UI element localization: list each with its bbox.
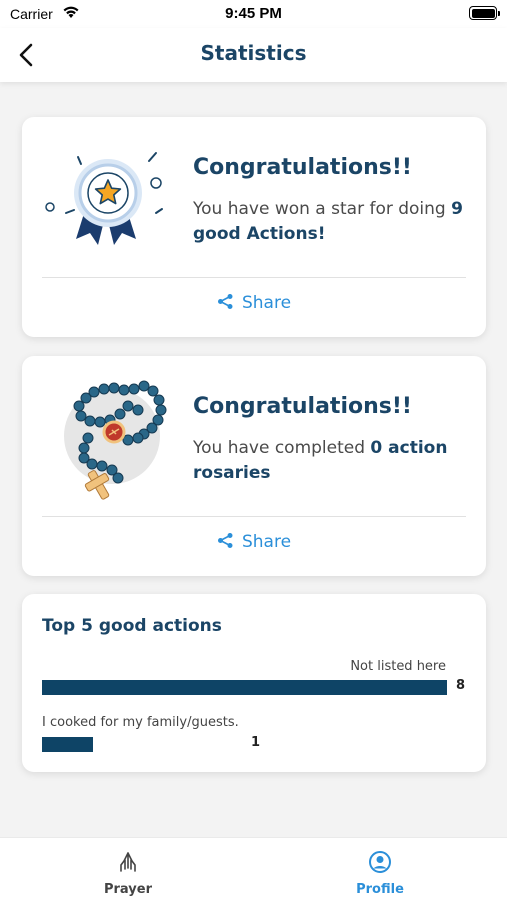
share-icon <box>217 294 233 309</box>
page-title: Statistics <box>200 41 307 65</box>
share-button[interactable]: Share <box>22 293 486 313</box>
star-achievement-card: Congratulations!! You have won a star fo… <box>22 117 486 337</box>
tab-profile[interactable]: Profile <box>330 850 430 897</box>
prayer-hands-icon <box>120 852 136 872</box>
tab-bar: Prayer Profile <box>0 837 507 900</box>
share-button[interactable]: Share <box>22 532 486 552</box>
star-card-title: Congratulations!! <box>193 155 412 180</box>
action-bar <box>42 737 93 752</box>
action-count: 1 <box>251 735 261 750</box>
top-actions-title: Top 5 good actions <box>42 616 222 636</box>
battery-icon <box>469 6 500 20</box>
tab-label: Prayer <box>103 882 152 897</box>
action-label: I cooked for my family/guests. <box>42 715 239 730</box>
status-bar: Carrier 9:45 PM <box>0 0 507 28</box>
action-label: Not listed here <box>350 659 446 674</box>
top-actions-card: Top 5 good actions Not listed here 8 I c… <box>22 594 486 772</box>
action-bar <box>42 680 447 695</box>
tab-label: Profile <box>356 882 404 897</box>
divider <box>42 277 466 278</box>
rosary-card-message: You have completed 0 action rosaries <box>193 438 448 483</box>
medal-icon <box>44 147 164 257</box>
profile-icon <box>369 851 391 873</box>
star-card-message: You have won a star for doing 9 good Act… <box>193 199 463 244</box>
share-label: Share <box>241 293 292 313</box>
rosary-achievement-card: Congratulations!! You have completed 0 a… <box>22 356 486 576</box>
tab-prayer[interactable]: Prayer <box>78 850 178 897</box>
action-count: 8 <box>456 678 466 693</box>
share-icon <box>217 533 233 548</box>
clock: 9:45 PM <box>225 5 282 22</box>
divider <box>42 516 466 517</box>
rosary-card-title: Congratulations!! <box>193 394 412 419</box>
navigation-bar: Statistics <box>0 28 507 82</box>
share-label: Share <box>241 532 292 552</box>
rosary-icon <box>48 374 168 504</box>
